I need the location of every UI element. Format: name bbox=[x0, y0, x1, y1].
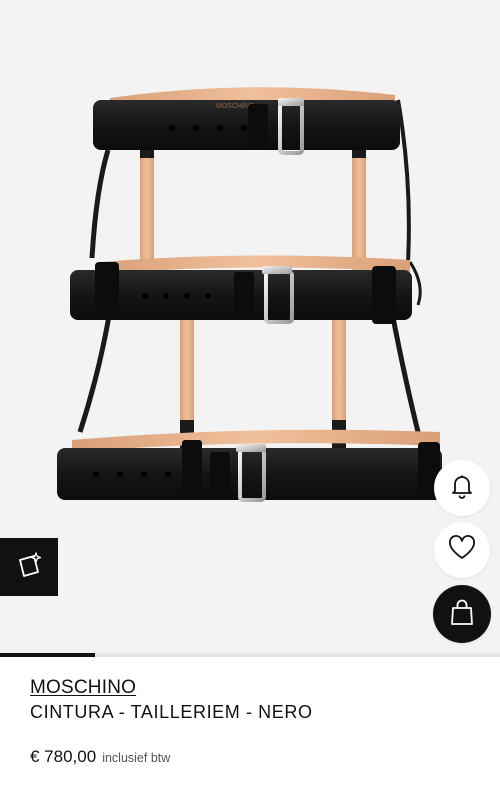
gallery-progress-bar bbox=[0, 653, 500, 657]
tax-note: inclusief btw bbox=[102, 751, 171, 765]
product-image: MOSCHINO bbox=[57, 87, 442, 502]
product-title: CINTURA - TAILLERIEM - NERO bbox=[30, 702, 313, 722]
sparkle-frame-icon bbox=[14, 550, 44, 585]
bell-icon bbox=[449, 473, 475, 504]
product-price: € 780,00 bbox=[30, 747, 97, 766]
price-row: € 780,00 inclusief btw bbox=[30, 747, 480, 767]
wishlist-button[interactable] bbox=[434, 522, 490, 578]
product-info: MOSCHINO CINTURA - TAILLERIEM - NERO € 7… bbox=[30, 676, 480, 767]
brand-link[interactable]: MOSCHINO bbox=[30, 676, 480, 699]
gallery-progress-fill bbox=[0, 653, 95, 657]
notify-button[interactable] bbox=[434, 460, 490, 516]
product-detail-page: MOSCHINO MOSCHINO CINTURA - TAILLERIEM -… bbox=[0, 0, 500, 800]
heart-icon bbox=[448, 534, 476, 566]
add-to-bag-button[interactable] bbox=[433, 585, 491, 643]
product-image-gallery[interactable]: MOSCHINO bbox=[0, 0, 500, 655]
style-inspiration-button[interactable] bbox=[0, 538, 58, 596]
shopping-bag-icon bbox=[449, 598, 475, 631]
